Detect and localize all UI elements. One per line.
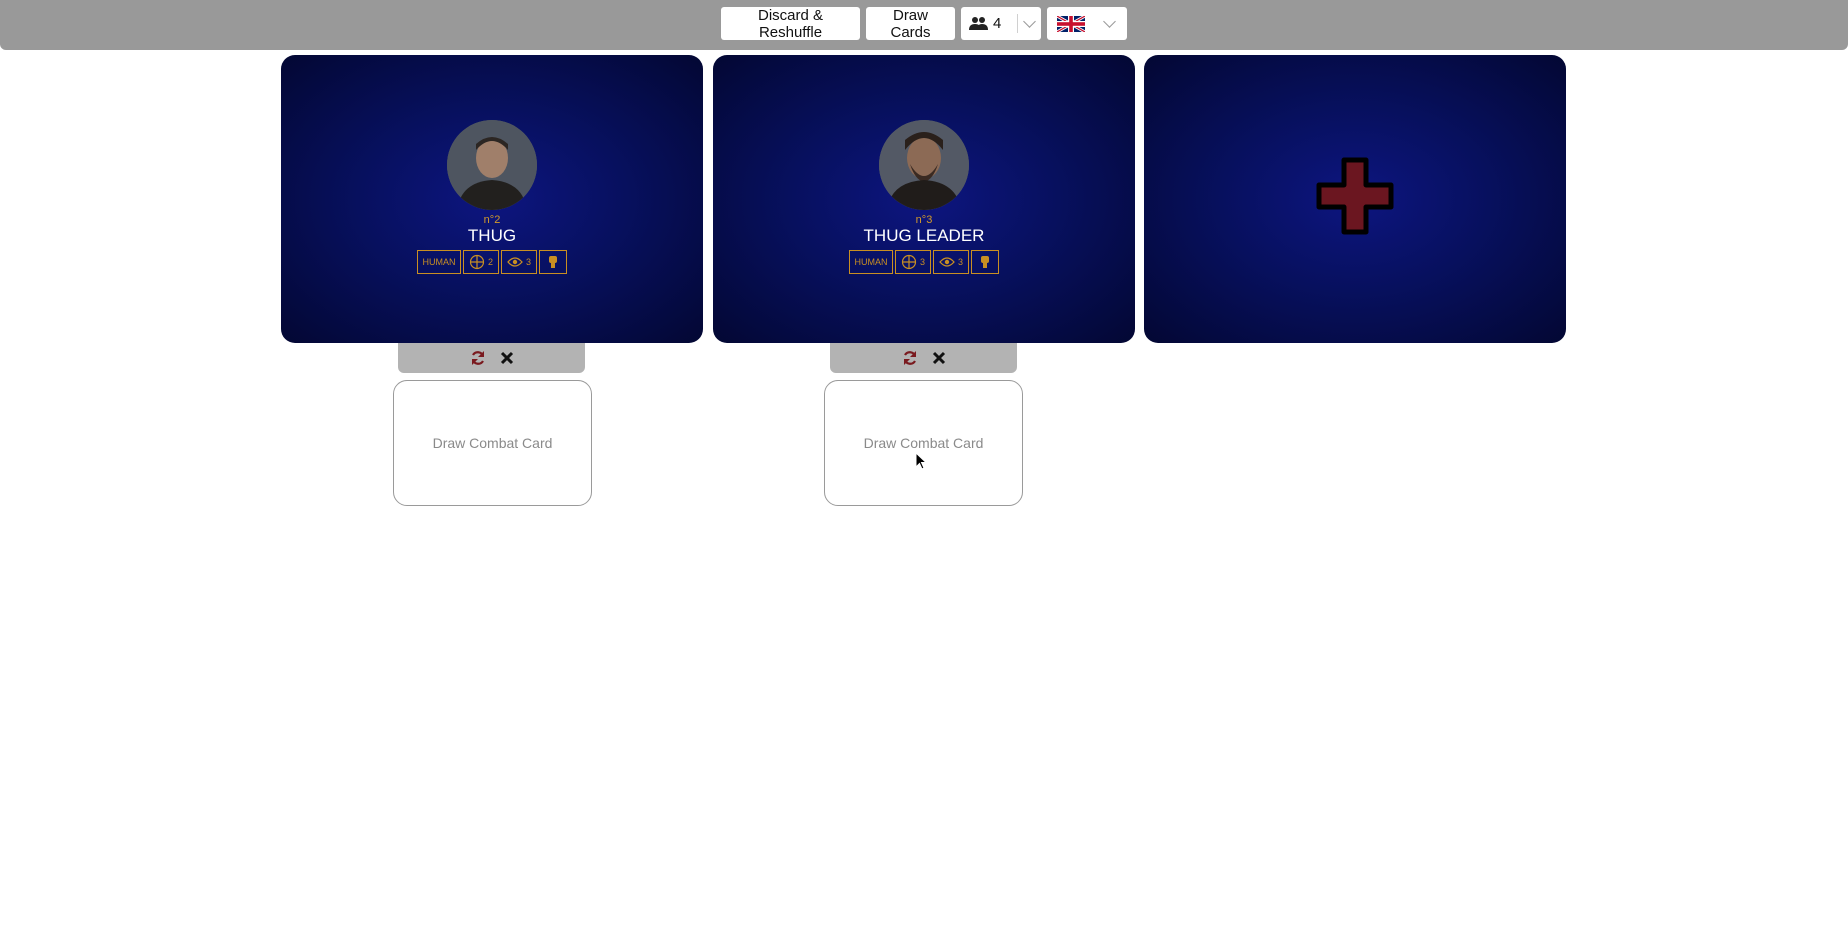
enemy-type-label: HUMAN xyxy=(422,257,456,267)
enemy-card[interactable]: n°2 THUG HUMAN 2 3 xyxy=(281,55,703,343)
perception-value: 3 xyxy=(525,257,531,267)
enemy-name: THUG LEADER xyxy=(863,226,985,245)
select-divider xyxy=(1017,14,1018,33)
uk-flag-icon xyxy=(1056,14,1086,36)
perception-value: 3 xyxy=(957,257,963,267)
close-icon[interactable] xyxy=(500,351,514,365)
move-icon xyxy=(469,254,485,270)
card-toolbox xyxy=(398,343,585,373)
move-stat: 3 xyxy=(895,250,931,274)
enemy-stats: HUMAN 3 3 xyxy=(713,250,1135,274)
draw-combat-card-button[interactable]: Draw Combat Card xyxy=(824,380,1023,506)
refresh-icon[interactable] xyxy=(902,350,918,366)
move-stat: 2 xyxy=(463,250,499,274)
enemy-portrait xyxy=(879,120,969,210)
enemy-stats: HUMAN 2 3 xyxy=(281,250,703,274)
language-select[interactable] xyxy=(1047,7,1127,40)
discard-reshuffle-button[interactable]: Discard & Reshuffle xyxy=(721,7,860,41)
eye-icon xyxy=(939,257,955,267)
fist-icon xyxy=(981,256,989,268)
users-icon xyxy=(969,16,989,35)
draw-combat-card-button[interactable]: Draw Combat Card xyxy=(393,380,592,506)
fist-icon xyxy=(549,256,557,268)
top-toolbar: Discard & Reshuffle Draw Cards 4 xyxy=(0,0,1848,50)
card-toolbox xyxy=(830,343,1017,373)
melee-stat xyxy=(539,250,567,274)
enemy-type-label: HUMAN xyxy=(854,257,888,267)
add-enemy-card[interactable] xyxy=(1144,55,1566,343)
draw-cards-button[interactable]: Draw Cards xyxy=(866,7,955,41)
perception-stat: 3 xyxy=(933,250,969,274)
move-value: 3 xyxy=(919,257,925,267)
enemy-type-badge: HUMAN xyxy=(849,250,893,274)
perception-stat: 3 xyxy=(501,250,537,274)
refresh-icon[interactable] xyxy=(470,350,486,366)
close-icon[interactable] xyxy=(932,351,946,365)
move-value: 2 xyxy=(487,257,493,267)
enemy-card[interactable]: n°3 THUG LEADER HUMAN 3 3 xyxy=(713,55,1135,343)
eye-icon xyxy=(507,257,523,267)
chevron-down-icon xyxy=(1023,15,1036,28)
plus-icon xyxy=(1316,157,1394,235)
melee-stat xyxy=(971,250,999,274)
enemy-name: THUG xyxy=(467,226,517,245)
enemy-type-badge: HUMAN xyxy=(417,250,461,274)
enemy-number: n°3 xyxy=(915,214,933,226)
move-icon xyxy=(901,254,917,270)
enemy-portrait xyxy=(447,120,537,210)
player-count-select[interactable]: 4 xyxy=(961,7,1041,40)
player-count-value: 4 xyxy=(993,15,1002,32)
mouse-cursor-icon xyxy=(915,452,927,470)
enemy-number: n°2 xyxy=(483,214,501,226)
chevron-down-icon xyxy=(1103,15,1116,28)
